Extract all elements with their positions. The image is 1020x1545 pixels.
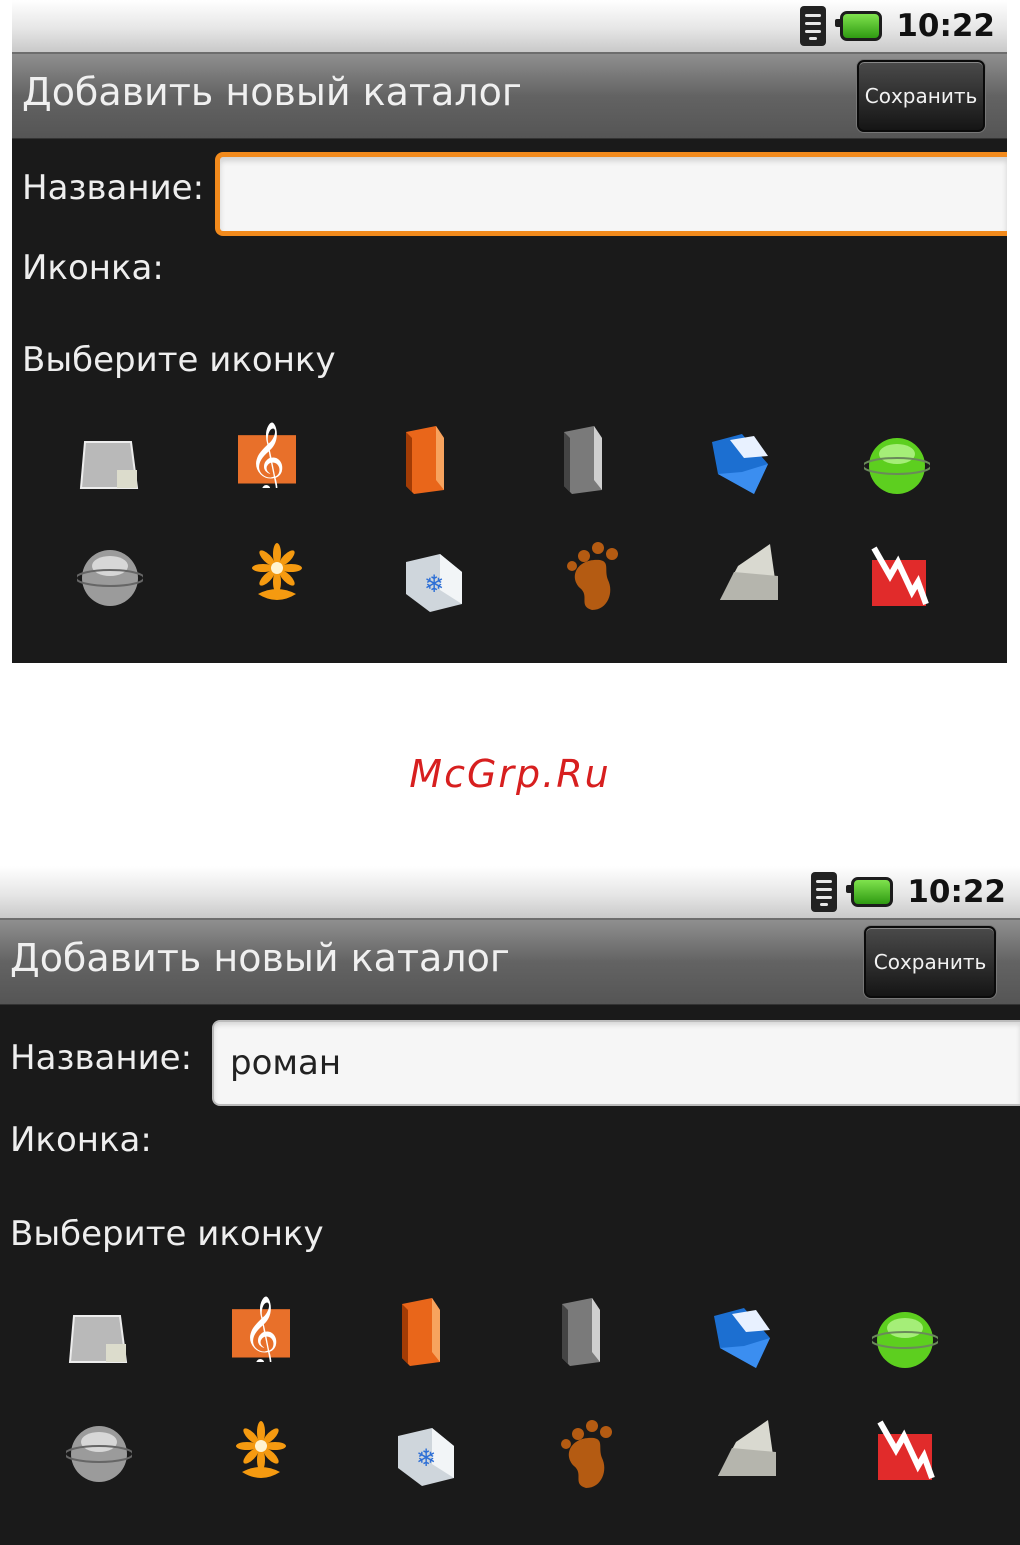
icon-label: Иконка: [22,248,164,288]
green-globe-icon[interactable] [872,1306,938,1376]
choose-icon-label: Выберите иконку [22,340,336,380]
name-label: Название: [22,168,205,208]
status-bar: 10:22 [12,0,1007,54]
battery-icon [846,877,894,907]
clock: 10:22 [907,874,1006,910]
open-folder-icon[interactable] [716,542,782,612]
save-button[interactable]: Сохранить [857,60,985,132]
svg-text:𝄞: 𝄞 [249,420,286,488]
open-folder-icon[interactable] [714,1418,780,1488]
red-chart-icon[interactable] [874,1416,940,1486]
svg-text:❄: ❄ [424,570,444,598]
grey-globe-icon[interactable] [66,1420,132,1490]
watermark: McGrp.Ru [409,752,611,796]
clock: 10:22 [896,8,995,44]
name-field[interactable] [215,152,1007,236]
green-globe-icon[interactable] [864,432,930,502]
svg-text:𝄞: 𝄞 [243,1294,280,1362]
status-bar: 10:22 [0,866,1020,920]
title-bar: Добавить новый каталог Сохранить [12,54,1007,139]
page-title: Добавить новый каталог [10,936,510,980]
music-note-icon[interactable]: 𝄞 [228,1292,294,1362]
name-field[interactable]: роман [212,1020,1020,1106]
wifi-icon [800,6,827,46]
medical-kit-icon[interactable]: ❄ [392,1422,458,1492]
grey-globe-icon[interactable] [77,544,143,614]
medical-kit-icon[interactable]: ❄ [400,548,466,618]
orange-book-icon[interactable] [392,424,458,494]
save-button[interactable]: Сохранить [864,926,996,998]
orange-book-icon[interactable] [388,1296,454,1366]
wifi-icon [811,872,838,912]
flower-icon[interactable] [244,536,310,606]
blue-folder-icon[interactable] [710,1302,776,1372]
folder-grey-icon[interactable] [77,430,143,500]
folder-grey-icon[interactable] [66,1304,132,1374]
choose-icon-label: Выберите иконку [10,1214,324,1254]
name-label: Название: [10,1038,193,1078]
footprint-icon[interactable] [558,540,624,610]
page-title: Добавить новый каталог [22,70,522,114]
svg-text:❄: ❄ [416,1444,436,1472]
music-note-icon[interactable]: 𝄞 [234,418,300,488]
grey-book-icon[interactable] [550,424,616,494]
red-chart-icon[interactable] [868,542,934,612]
title-bar: Добавить новый каталог Сохранить [0,920,1020,1005]
screen-1: 10:22 Добавить новый каталог Сохранить Н… [12,0,1007,663]
flower-icon[interactable] [228,1414,294,1484]
screen-2: 10:22 Добавить новый каталог Сохранить Н… [0,866,1020,1545]
blue-folder-icon[interactable] [708,428,774,498]
icon-label: Иконка: [10,1120,152,1160]
footprint-icon[interactable] [552,1418,618,1488]
battery-icon [835,11,883,41]
grey-book-icon[interactable] [548,1296,614,1366]
